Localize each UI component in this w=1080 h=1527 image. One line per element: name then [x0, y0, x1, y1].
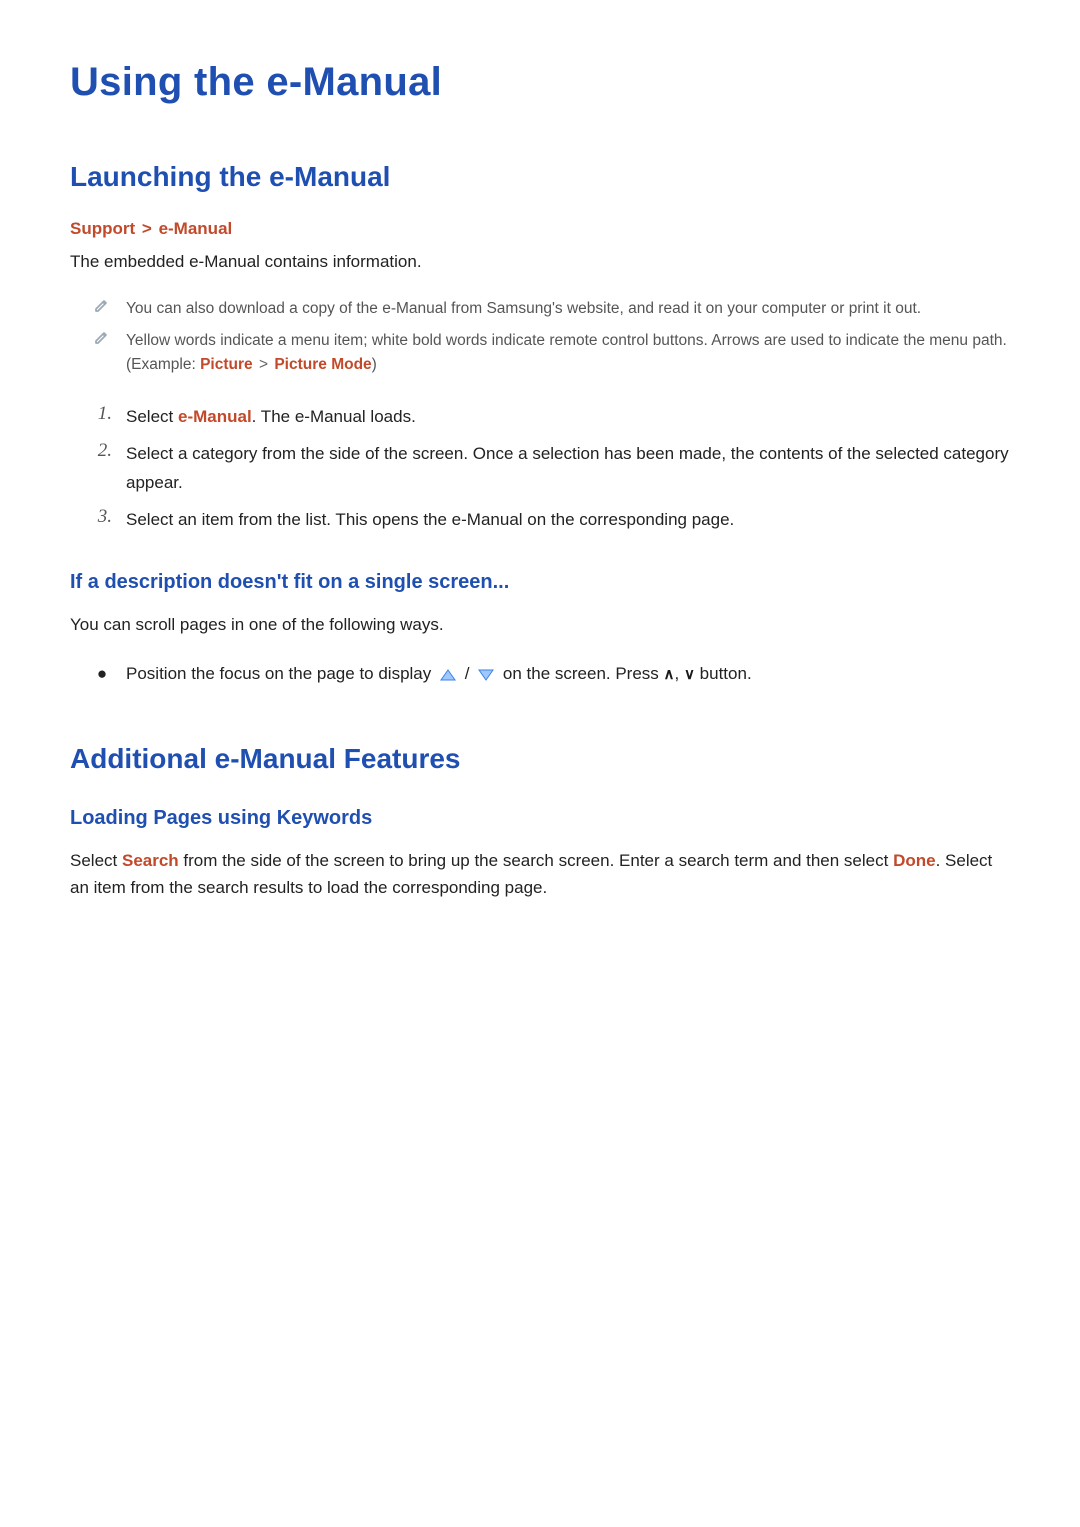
step-number: 3.	[92, 506, 112, 535]
step-number: 2.	[92, 440, 112, 498]
step-item: 3. Select an item from the list. This op…	[92, 502, 1010, 539]
remote-down-button: ∨	[684, 667, 695, 682]
bullet-segment: on the screen. Press	[498, 664, 663, 683]
bullet-segment: /	[460, 664, 474, 683]
bullet-segment: ,	[675, 664, 684, 683]
menu-link-emanual: e-Manual	[178, 407, 252, 426]
para-segment: from the side of the screen to bring up …	[179, 851, 893, 870]
menu-link-done: Done	[893, 851, 936, 870]
step-item: 1. Select e-Manual. The e-Manual loads.	[92, 399, 1010, 436]
bullet-marker: ●	[92, 660, 112, 689]
subsection-keywords-heading: Loading Pages using Keywords	[70, 807, 1010, 830]
step-number: 1.	[92, 403, 112, 432]
note-item: Yellow words indicate a menu item; white…	[92, 325, 1010, 381]
note-pencil-icon	[92, 329, 112, 377]
step-text: Select e-Manual. The e-Manual loads.	[126, 403, 416, 432]
bullet-segment: Position the focus on the page to displa…	[126, 664, 436, 683]
bullet-segment: button.	[695, 664, 752, 683]
breadcrumb-part-support: Support	[70, 219, 135, 238]
section-additional-heading: Additional e-Manual Features	[70, 743, 1010, 775]
ordered-steps: 1. Select e-Manual. The e-Manual loads. …	[70, 399, 1010, 539]
keywords-paragraph: Select Search from the side of the scree…	[70, 848, 1010, 901]
note-list: You can also download a copy of the e-Ma…	[70, 293, 1010, 381]
note-text: You can also download a copy of the e-Ma…	[126, 297, 921, 321]
note-item: You can also download a copy of the e-Ma…	[92, 293, 1010, 325]
section-launching-heading: Launching the e-Manual	[70, 161, 1010, 193]
subsection-scroll-heading: If a description doesn't fit on a single…	[70, 571, 1010, 594]
menu-link-search: Search	[122, 851, 179, 870]
step-segment: . The e-Manual loads.	[252, 407, 416, 426]
bullet-item: ● Position the focus on the page to disp…	[92, 656, 1010, 693]
scroll-down-icon	[476, 667, 496, 683]
intro-text: The embedded e-Manual contains informati…	[70, 249, 1010, 275]
breadcrumb-separator: >	[257, 356, 270, 373]
note-text: Yellow words indicate a menu item; white…	[126, 329, 1010, 377]
breadcrumb: Support > e-Manual	[70, 219, 1010, 239]
step-item: 2. Select a category from the side of th…	[92, 436, 1010, 502]
note-segment: )	[372, 356, 377, 373]
note-pencil-icon	[92, 297, 112, 321]
step-text: Select a category from the side of the s…	[126, 440, 1010, 498]
para-segment: Select	[70, 851, 122, 870]
scroll-up-icon	[438, 667, 458, 683]
menu-path-picture: Picture	[200, 356, 253, 373]
breadcrumb-separator: >	[140, 219, 154, 238]
remote-up-button: ∧	[664, 667, 675, 682]
menu-path-picture-mode: Picture Mode	[274, 356, 371, 373]
breadcrumb-part-emanual: e-Manual	[159, 219, 233, 238]
scroll-intro-text: You can scroll pages in one of the follo…	[70, 612, 1010, 638]
step-segment: Select	[126, 407, 178, 426]
bullet-list: ● Position the focus on the page to disp…	[70, 656, 1010, 693]
bullet-text: Position the focus on the page to displa…	[126, 660, 752, 689]
step-text: Select an item from the list. This opens…	[126, 506, 734, 535]
page-title: Using the e-Manual	[70, 60, 1010, 105]
